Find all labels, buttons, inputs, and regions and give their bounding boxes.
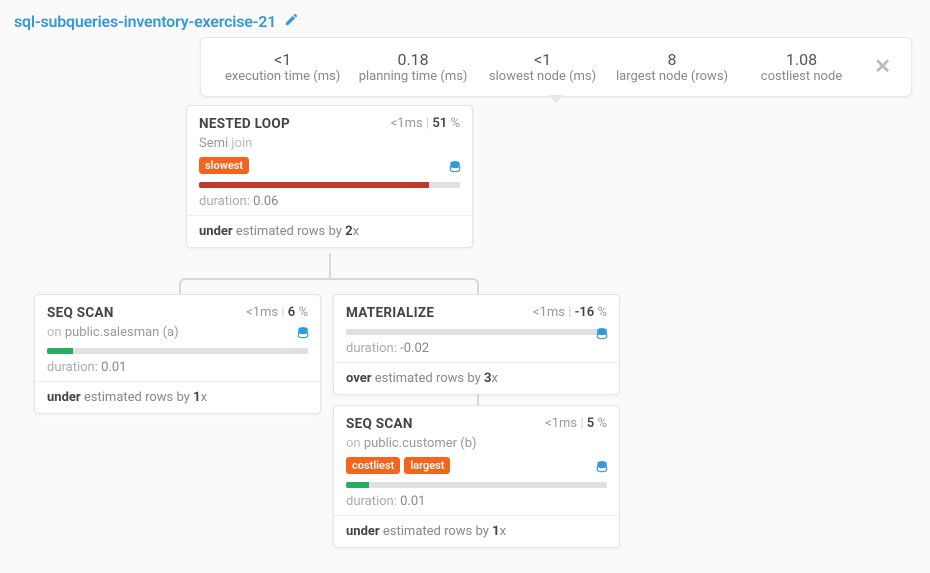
node-title: SEQ SCAN <box>346 416 413 432</box>
node-materialize[interactable]: MATERIALIZE <1ms | -16 % duration: -0.02… <box>333 294 620 395</box>
node-estimate: over estimated rows by 3x <box>334 363 619 394</box>
node-title: NESTED LOOP <box>199 116 290 132</box>
edit-icon[interactable] <box>284 12 299 31</box>
database-icon[interactable] <box>595 327 609 345</box>
stat-costliest-node: 1.08 costliest node <box>737 46 866 88</box>
close-icon[interactable]: ✕ <box>866 46 895 78</box>
stats-bar: <1 execution time (ms) 0.18 planning tim… <box>200 37 912 97</box>
page-header: sql-subqueries-inventory-exercise-21 <box>0 0 930 37</box>
stat-label: costliest node <box>745 69 858 84</box>
node-title: SEQ SCAN <box>47 305 114 321</box>
node-timing: <1ms | -16 % <box>533 305 607 320</box>
plan-tree: NESTED LOOP <1ms | 51 % Semi join slowes… <box>0 99 930 569</box>
node-duration: duration: 0.01 <box>334 488 619 516</box>
node-duration: duration: 0.06 <box>187 188 472 216</box>
stat-label: execution time (ms) <box>225 69 340 84</box>
stat-value: 1.08 <box>745 50 858 69</box>
database-icon[interactable] <box>448 160 462 178</box>
node-timing: <1ms | 51 % <box>391 116 460 131</box>
stat-value: <1 <box>486 50 599 69</box>
node-timing: <1ms | 5 % <box>545 416 607 431</box>
badge-largest: largest <box>404 457 450 474</box>
stat-label: slowest node (ms) <box>486 69 599 84</box>
badge-costliest: costliest <box>346 457 400 474</box>
node-subtitle: Semi join <box>199 136 460 151</box>
node-estimate: under estimated rows by 2x <box>187 216 472 247</box>
stat-value: 0.18 <box>356 50 469 69</box>
stat-label: planning time (ms) <box>356 69 469 84</box>
node-title: MATERIALIZE <box>346 305 434 321</box>
database-icon[interactable] <box>595 460 609 478</box>
node-estimate: under estimated rows by 1x <box>35 382 320 413</box>
page-title: sql-subqueries-inventory-exercise-21 <box>14 12 276 31</box>
stat-largest-node: 8 largest node (rows) <box>607 46 736 88</box>
node-nested-loop[interactable]: NESTED LOOP <1ms | 51 % Semi join slowes… <box>186 105 473 248</box>
node-timing: <1ms | 6 % <box>246 305 308 320</box>
node-badges: costliest largest <box>346 457 607 474</box>
stat-slowest-node: <1 slowest node (ms) <box>478 46 607 88</box>
node-duration: duration: -0.02 <box>334 335 619 363</box>
stat-value: <1 <box>225 50 340 69</box>
stat-execution-time: <1 execution time (ms) <box>217 46 348 88</box>
connector <box>329 253 331 280</box>
stat-value: 8 <box>615 50 728 69</box>
node-estimate: under estimated rows by 1x <box>334 516 619 547</box>
node-duration: duration: 0.01 <box>35 354 320 382</box>
stat-planning-time: 0.18 planning time (ms) <box>348 46 477 88</box>
node-seq-scan-salesman[interactable]: SEQ SCAN <1ms | 6 % on public.salesman (… <box>34 294 321 414</box>
node-seq-scan-customer[interactable]: SEQ SCAN <1ms | 5 % on public.customer (… <box>333 405 620 548</box>
node-subtitle: on public.customer (b) <box>346 436 607 451</box>
stat-label: largest node (rows) <box>615 69 728 84</box>
database-icon[interactable] <box>296 326 310 344</box>
node-badges: slowest <box>199 157 460 174</box>
badge-slowest: slowest <box>199 157 249 174</box>
node-subtitle: on public.salesman (a) <box>47 325 308 340</box>
